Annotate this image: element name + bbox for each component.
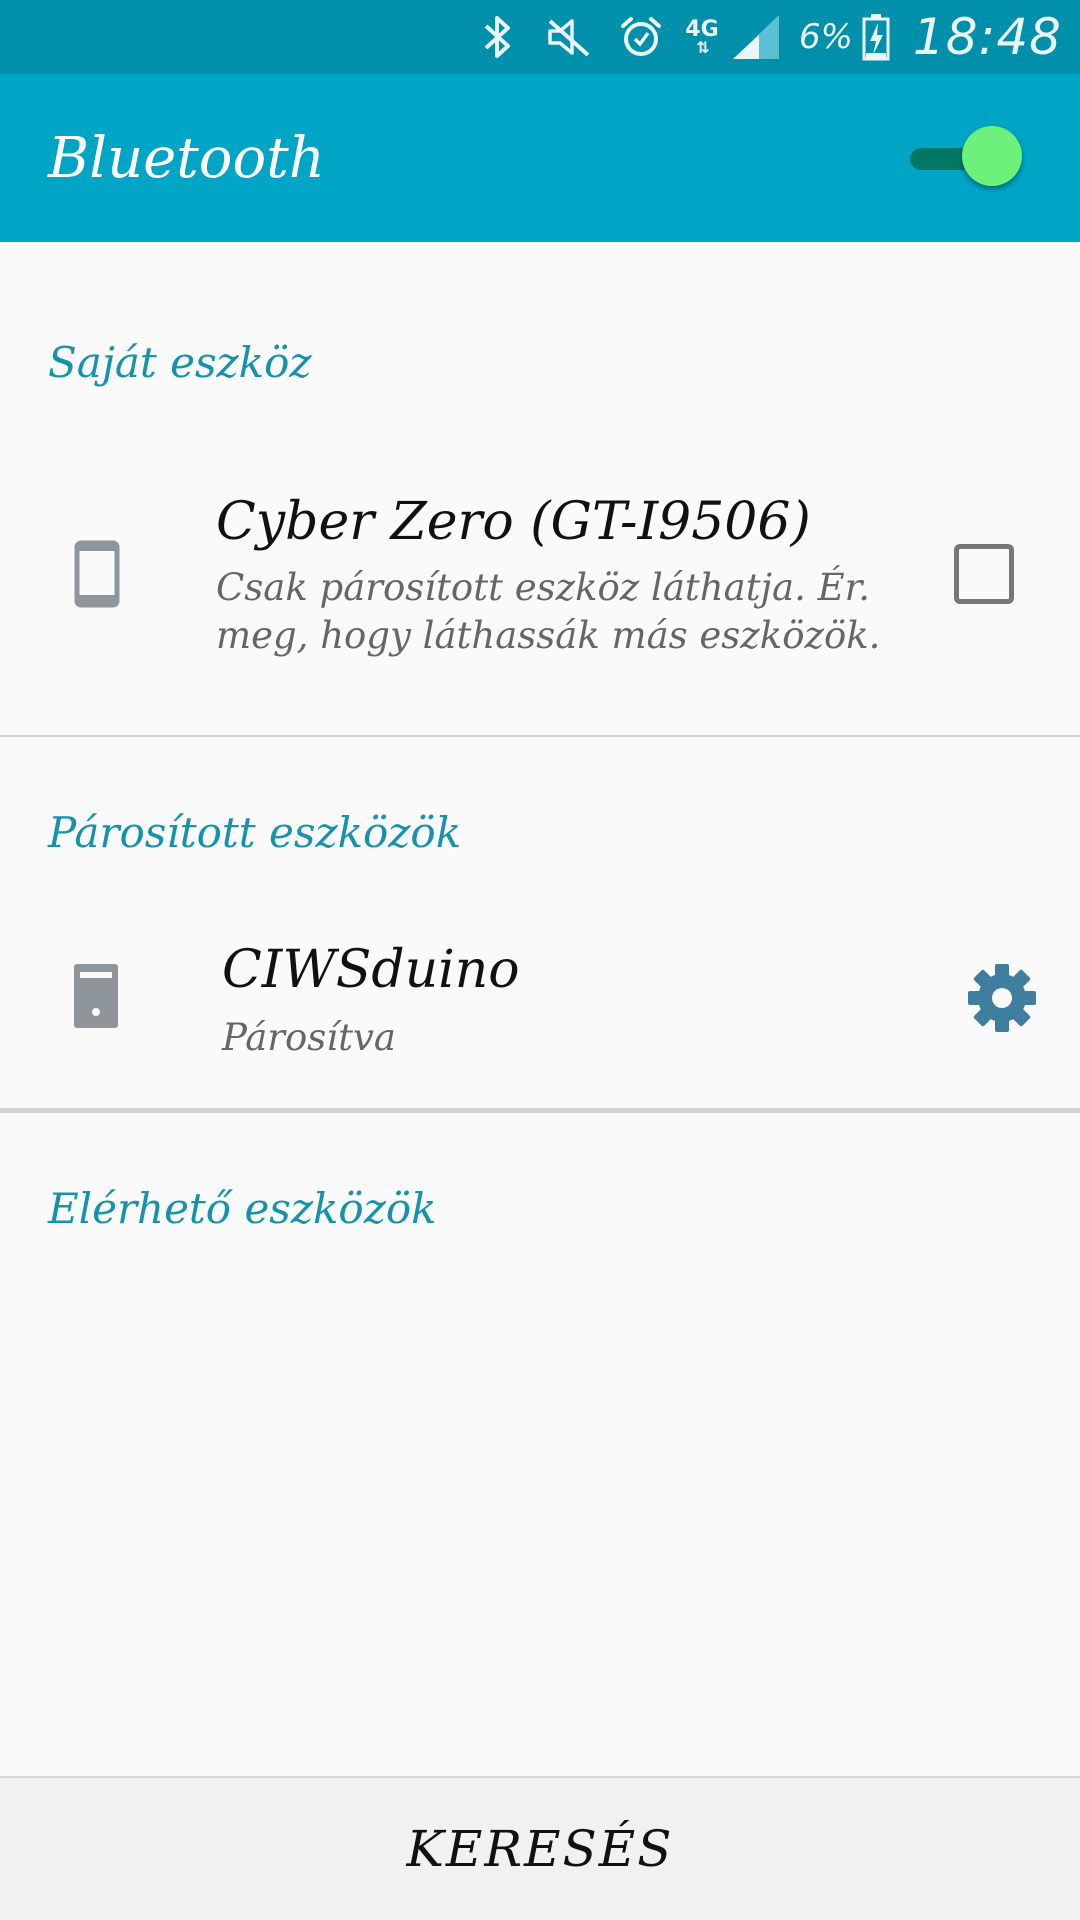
own-device-visibility-text: Csak párosított eszköz láthatja. Ér. meg… (216, 566, 881, 657)
page-title: Bluetooth (48, 126, 325, 191)
own-device-name: Cyber Zero (GT-I9506) (216, 492, 811, 552)
data-arrows-icon: ⇅ (696, 38, 709, 57)
toggle-knob (962, 126, 1022, 186)
battery-charging-icon (859, 0, 893, 74)
network-indicator: 4G ⇅ (677, 0, 727, 74)
paired-device-status: Párosítva (222, 1016, 396, 1059)
status-bar: 4G ⇅ 6% 18:48 (0, 0, 1080, 74)
muted-icon (533, 0, 605, 74)
divider (0, 1108, 1080, 1113)
device-icon (74, 964, 118, 1032)
bluetooth-toggle[interactable] (910, 126, 1022, 190)
battery-percent: 6% (798, 17, 853, 57)
clock: 18:48 (912, 8, 1062, 66)
search-button[interactable]: KERESÉS (406, 1820, 673, 1878)
app-bar: Bluetooth (0, 74, 1080, 242)
gear-icon[interactable] (966, 962, 1038, 1034)
signal-icon (727, 0, 785, 74)
section-header-own-device: Saját eszköz (48, 338, 312, 387)
section-header-available-devices: Elérhető eszközök (48, 1184, 437, 1233)
section-header-paired-devices: Párosított eszközök (48, 808, 462, 857)
divider (0, 735, 1080, 737)
phone-icon (74, 540, 120, 612)
paired-device-name: CIWSduino (222, 940, 520, 1000)
alarm-icon (605, 0, 677, 74)
bluetooth-icon (461, 0, 533, 74)
paired-device-row[interactable]: CIWSduino Párosítva (0, 920, 1080, 1110)
visibility-checkbox[interactable] (954, 544, 1014, 604)
bottom-bar: KERESÉS (0, 1776, 1080, 1920)
own-device-row[interactable]: Cyber Zero (GT-I9506) Csak párosított es… (0, 470, 1080, 736)
